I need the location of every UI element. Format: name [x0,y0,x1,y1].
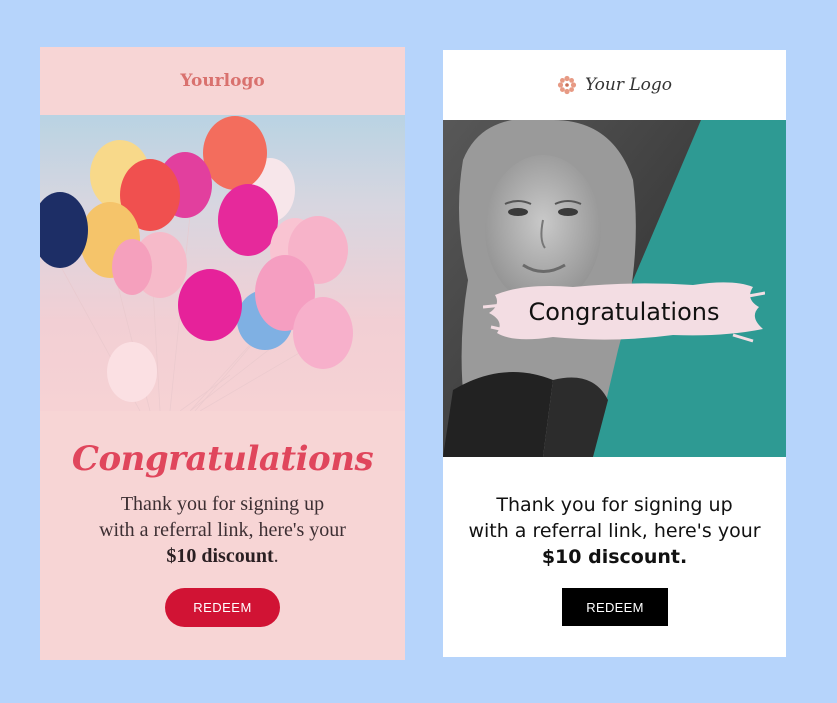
left-discount-suffix: . [273,545,279,567]
left-body-line2: with a referral link, here's your [99,519,346,541]
redeem-button-right[interactable]: REDEEM [562,588,668,626]
redeem-button-left[interactable]: REDEEM [165,588,280,627]
right-logo: Your Logo [584,75,673,95]
right-header: Your Logo [443,50,786,120]
left-body-text: Thank you for signing up with a referral… [40,491,405,569]
left-discount-text: $10 discount [166,545,274,567]
left-logo: Yourlogo [180,71,265,91]
left-title: Congratulations [71,439,374,479]
balloons-image [40,115,405,411]
left-body-line1: Thank you for signing up [120,493,325,515]
balloons-illustration [40,116,353,411]
flower-icon [557,75,577,95]
email-card-left: Yourlogo Congratulations Thank you for s… [40,47,405,660]
left-body-line3: $10 discount. [40,543,405,569]
right-body-text: Thank you for signing up with a referral… [443,492,786,570]
right-discount-text: $10 discount. [541,546,688,568]
right-body-line1: Thank you for signing up [496,494,733,516]
portrait-image: Congratulations [443,120,786,457]
congrats-banner: Congratulations [483,277,765,347]
email-card-right: Your Logo Congratulations Thank you for … [443,50,786,657]
right-body-line2: with a referral link, here's your [468,520,761,542]
left-header: Yourlogo [40,47,405,115]
right-title: Congratulations [528,298,720,326]
